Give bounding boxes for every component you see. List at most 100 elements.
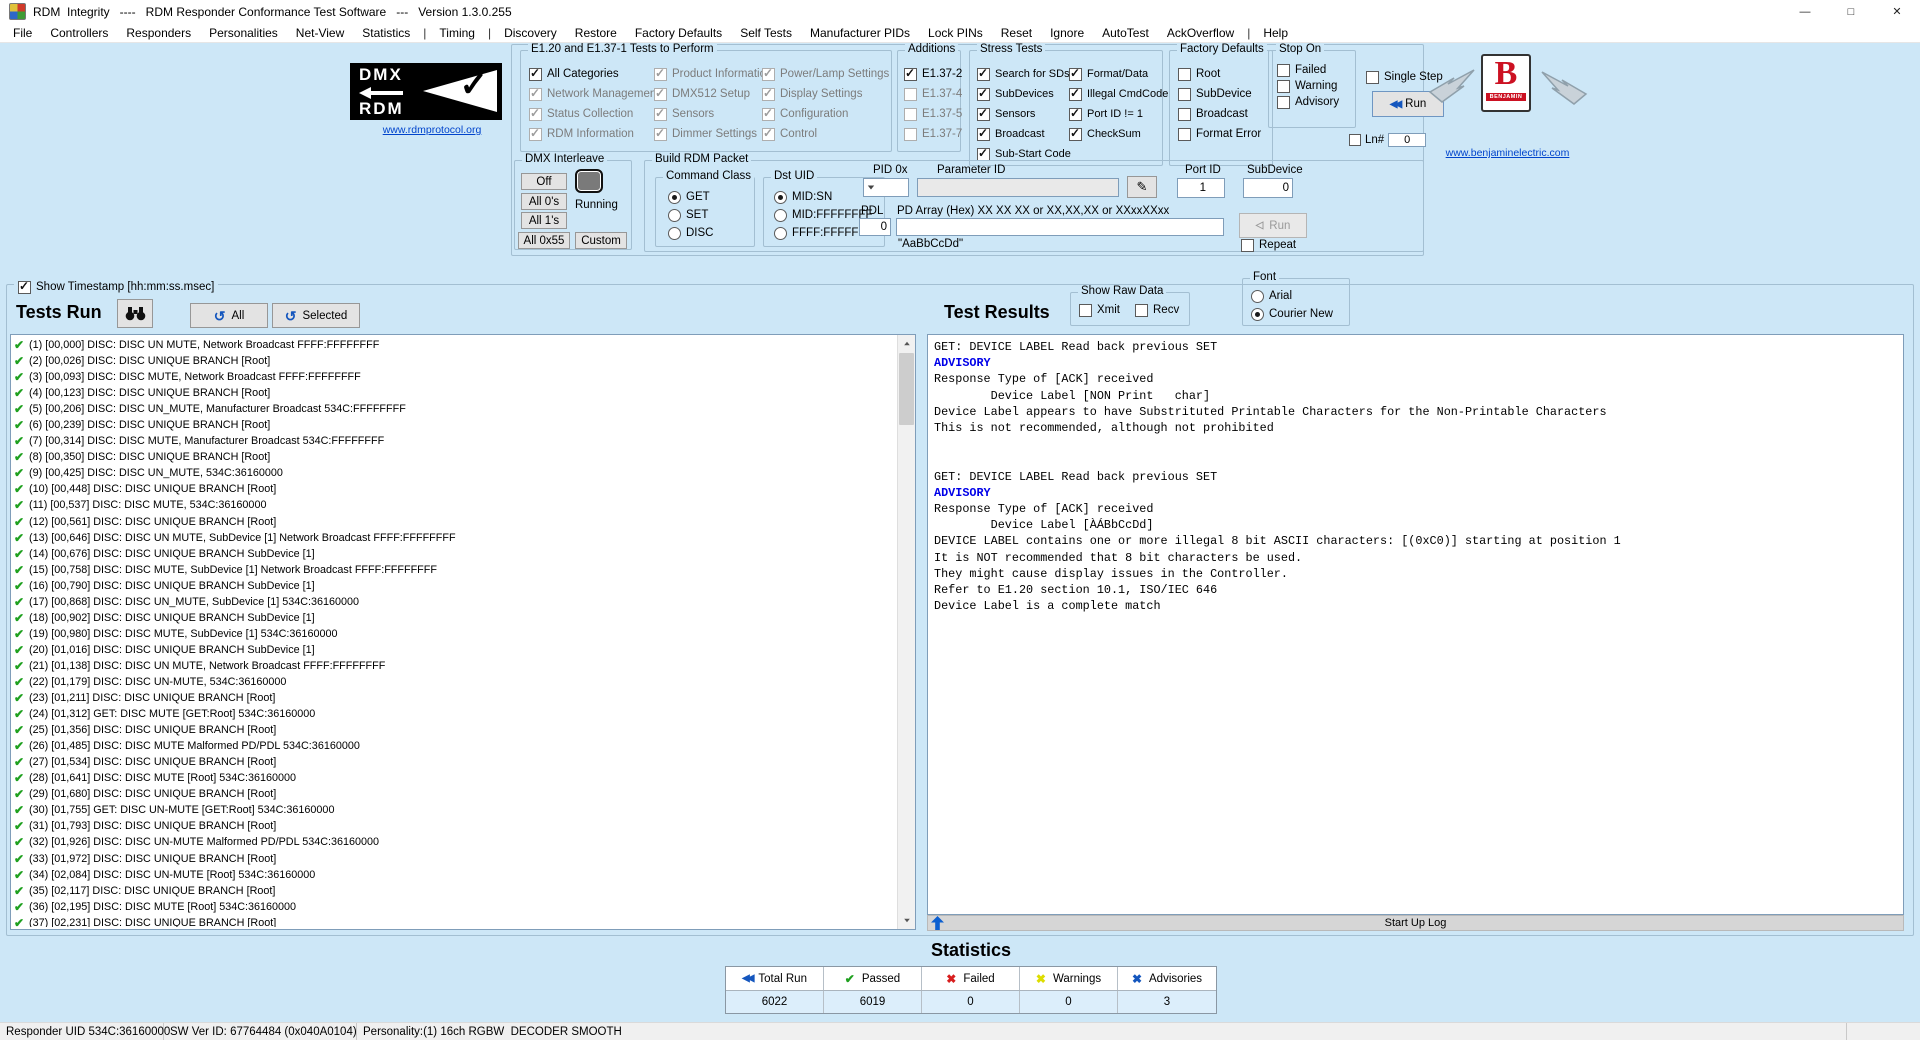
test-run-row[interactable]: ✔(19) [00,980] DISC: DISC MUTE, SubDevic… xyxy=(14,626,895,642)
stress-subdevices-checkbox[interactable]: ✓SubDevices xyxy=(977,84,1071,104)
test-run-row[interactable]: ✔(8) [00,350] DISC: DISC UNIQUE BRANCH [… xyxy=(14,449,895,465)
test-run-row[interactable]: ✔(14) [00,676] DISC: DISC UNIQUE BRANCH … xyxy=(14,546,895,562)
test-run-row[interactable]: ✔(17) [00,868] DISC: DISC UN_MUTE, SubDe… xyxy=(14,594,895,610)
test-run-row[interactable]: ✔(33) [01,972] DISC: DISC UNIQUE BRANCH … xyxy=(14,851,895,867)
factory-default-subdevice-checkbox[interactable]: SubDevice xyxy=(1178,84,1261,104)
command-class-get-radio[interactable]: GET xyxy=(668,188,713,206)
menu-item-file[interactable]: File xyxy=(4,26,41,40)
factory-default-root-checkbox[interactable]: Root xyxy=(1178,64,1261,84)
menu-item-personalities[interactable]: Personalities xyxy=(200,26,287,40)
test-run-row[interactable]: ✔(29) [01,680] DISC: DISC UNIQUE BRANCH … xyxy=(14,786,895,802)
test-run-row[interactable]: ✔(32) [01,926] DISC: DISC UN-MUTE Malfor… xyxy=(14,834,895,850)
rerun-selected-button[interactable]: ↺ Selected xyxy=(272,303,360,328)
test-run-row[interactable]: ✔(22) [01,179] DISC: DISC UN-MUTE, 534C:… xyxy=(14,674,895,690)
test-run-row[interactable]: ✔(34) [02,084] DISC: DISC UN-MUTE [Root]… xyxy=(14,867,895,883)
benjaminelectric-link[interactable]: www.benjaminelectric.com xyxy=(1445,147,1570,159)
addition-e1-37-2-checkbox[interactable]: ✓E1.37-2 xyxy=(904,64,962,84)
test-run-row[interactable]: ✔(10) [00,448] DISC: DISC UNIQUE BRANCH … xyxy=(14,481,895,497)
menu-item-self-tests[interactable]: Self Tests xyxy=(731,26,801,40)
scroll-down-button[interactable] xyxy=(898,912,915,929)
dmx-custom-button[interactable]: Custom xyxy=(575,232,627,249)
results-footer-bar[interactable]: Start Up Log xyxy=(927,915,1904,931)
stress-checksum-checkbox[interactable]: ✓CheckSum xyxy=(1069,124,1168,144)
parameter-id-combo[interactable] xyxy=(917,178,1119,197)
pid-combo[interactable] xyxy=(863,178,909,197)
test-run-row[interactable]: ✔(16) [00,790] DISC: DISC UNIQUE BRANCH … xyxy=(14,578,895,594)
minimize-button[interactable]: — xyxy=(1782,0,1828,23)
rdmprotocol-link[interactable]: www.rdmprotocol.org xyxy=(382,124,482,136)
search-button[interactable] xyxy=(117,299,153,328)
stress-broadcast-checkbox[interactable]: ✓Broadcast xyxy=(977,124,1071,144)
stress-format-data-checkbox[interactable]: ✓Format/Data xyxy=(1069,64,1168,84)
pd-array-input[interactable] xyxy=(896,218,1224,236)
factory-default-broadcast-checkbox[interactable]: Broadcast xyxy=(1178,104,1261,124)
maximize-button[interactable]: □ xyxy=(1828,0,1874,23)
test-run-row[interactable]: ✔(25) [01,356] DISC: DISC UNIQUE BRANCH … xyxy=(14,722,895,738)
test-run-row[interactable]: ✔(28) [01,641] DISC: DISC MUTE [Root] 53… xyxy=(14,770,895,786)
repeat-checkbox[interactable]: Repeat xyxy=(1241,235,1296,255)
close-button[interactable]: ✕ xyxy=(1874,0,1920,23)
dmx-off-button[interactable]: Off xyxy=(521,173,567,190)
scrollbar-thumb[interactable] xyxy=(899,353,914,425)
test-run-row[interactable]: ✔(12) [00,561] DISC: DISC UNIQUE BRANCH … xyxy=(14,514,895,530)
factory-default-format-error-checkbox[interactable]: Format Error xyxy=(1178,124,1261,144)
test-run-row[interactable]: ✔(23) [01,211] DISC: DISC UNIQUE BRANCH … xyxy=(14,690,895,706)
font-courier-new-radio[interactable]: Courier New xyxy=(1251,305,1333,323)
test-run-row[interactable]: ✔(4) [00,123] DISC: DISC UNIQUE BRANCH [… xyxy=(14,385,895,401)
test-run-row[interactable]: ✔(30) [01,755] GET: DISC UN-MUTE [GET:Ro… xyxy=(14,802,895,818)
ln-checkbox[interactable] xyxy=(1349,134,1361,146)
test-run-row[interactable]: ✔(3) [00,093] DISC: DISC MUTE, Network B… xyxy=(14,369,895,385)
dmx-all-0x55-button[interactable]: All 0x55 xyxy=(518,232,570,249)
menu-item-autotest[interactable]: AutoTest xyxy=(1093,26,1158,40)
menu-item-ackoverflow[interactable]: AckOverflow xyxy=(1158,26,1243,40)
menu-item-manufacturer-pids[interactable]: Manufacturer PIDs xyxy=(801,26,919,40)
pid-edit-button[interactable]: ✎ xyxy=(1127,176,1157,198)
test-run-row[interactable]: ✔(31) [01,793] DISC: DISC UNIQUE BRANCH … xyxy=(14,818,895,834)
stop-on-failed-checkbox[interactable]: Failed xyxy=(1277,62,1339,78)
stop-on-advisory-checkbox[interactable]: Advisory xyxy=(1277,94,1339,110)
menu-item-lock-pins[interactable]: Lock PINs xyxy=(919,26,992,40)
subdevice-field[interactable]: 0 xyxy=(1243,178,1293,198)
test-run-row[interactable]: ✔(2) [00,026] DISC: DISC UNIQUE BRANCH [… xyxy=(14,353,895,369)
pdl-field[interactable]: 0 xyxy=(859,218,891,236)
menu-item-factory-defaults[interactable]: Factory Defaults xyxy=(626,26,731,40)
menu-item-ignore[interactable]: Ignore xyxy=(1041,26,1093,40)
test-run-row[interactable]: ✔(35) [02,117] DISC: DISC UNIQUE BRANCH … xyxy=(14,883,895,899)
menu-item-help[interactable]: Help xyxy=(1254,26,1297,40)
test-run-row[interactable]: ✔(6) [00,239] DISC: DISC UNIQUE BRANCH [… xyxy=(14,417,895,433)
rerun-all-button[interactable]: ↺ All xyxy=(190,303,268,328)
menu-item-discovery[interactable]: Discovery xyxy=(495,26,566,40)
stop-on-warning-checkbox[interactable]: Warning xyxy=(1277,78,1339,94)
scroll-top-icon[interactable] xyxy=(931,916,944,930)
test-run-row[interactable]: ✔(36) [02,195] DISC: DISC MUTE [Root] 53… xyxy=(14,899,895,915)
stress-illegal-cmdcode-checkbox[interactable]: ✓Illegal CmdCode xyxy=(1069,84,1168,104)
menu-item-responders[interactable]: Responders xyxy=(117,26,200,40)
test-run-row[interactable]: ✔(1) [00,000] DISC: DISC UN MUTE, Networ… xyxy=(14,337,895,353)
scroll-up-button[interactable] xyxy=(898,335,915,352)
dmx-all-0s-button[interactable]: All 0's xyxy=(521,193,567,210)
test-run-row[interactable]: ✔(18) [00,902] DISC: DISC UNIQUE BRANCH … xyxy=(14,610,895,626)
dmx-all-1s-button[interactable]: All 1's xyxy=(521,212,567,229)
stress-sensors-checkbox[interactable]: ✓Sensors xyxy=(977,104,1071,124)
menu-item-timing[interactable]: Timing xyxy=(430,26,484,40)
show-timestamp-checkbox[interactable]: ✓ Show Timestamp [hh:mm:ss.msec] xyxy=(14,277,218,297)
test-run-row[interactable]: ✔(5) [00,206] DISC: DISC UN_MUTE, Manufa… xyxy=(14,401,895,417)
ln-value-field[interactable]: 0 xyxy=(1388,133,1426,147)
test-run-row[interactable]: ✔(21) [01,138] DISC: DISC UN MUTE, Netwo… xyxy=(14,658,895,674)
command-class-disc-radio[interactable]: DISC xyxy=(668,224,713,242)
xmit-checkbox[interactable]: Xmit xyxy=(1079,301,1120,319)
test-run-row[interactable]: ✔(13) [00,646] DISC: DISC UN MUTE, SubDe… xyxy=(14,530,895,546)
test-run-row[interactable]: ✔(15) [00,758] DISC: DISC MUTE, SubDevic… xyxy=(14,562,895,578)
category-all-categories-checkbox[interactable]: ✓All Categories xyxy=(529,64,660,84)
recv-checkbox[interactable]: Recv xyxy=(1135,301,1179,319)
test-run-row[interactable]: ✔(11) [00,537] DISC: DISC MUTE, 534C:361… xyxy=(14,497,895,513)
tests-scrollbar[interactable] xyxy=(897,335,915,929)
menu-item-net-view[interactable]: Net-View xyxy=(287,26,353,40)
menu-item-reset[interactable]: Reset xyxy=(992,26,1041,40)
command-class-set-radio[interactable]: SET xyxy=(668,206,713,224)
font-arial-radio[interactable]: Arial xyxy=(1251,287,1333,305)
test-run-row[interactable]: ✔(26) [01,485] DISC: DISC MUTE Malformed… xyxy=(14,738,895,754)
test-run-row[interactable]: ✔(20) [01,016] DISC: DISC UNIQUE BRANCH … xyxy=(14,642,895,658)
menu-item-restore[interactable]: Restore xyxy=(566,26,626,40)
test-run-row[interactable]: ✔(37) [02,231] DISC: DISC UNIQUE BRANCH … xyxy=(14,915,895,927)
